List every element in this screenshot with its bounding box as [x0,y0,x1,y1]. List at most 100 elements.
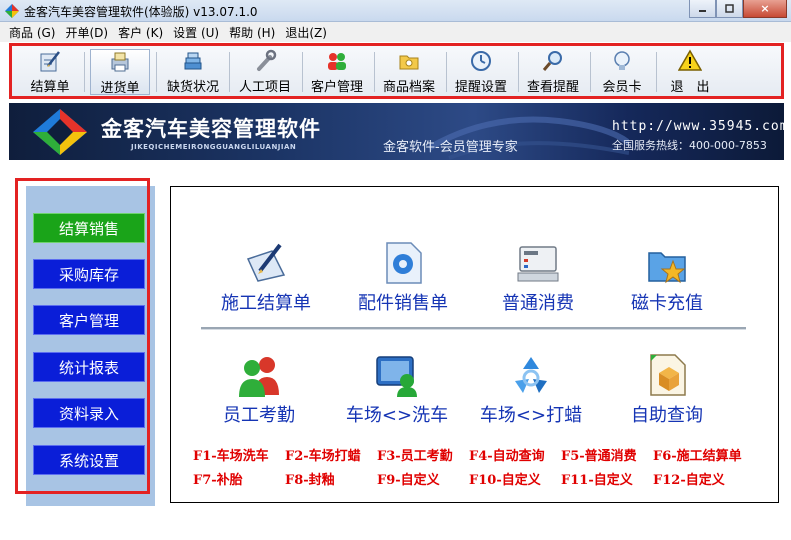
title-bar: 金客汽车美容管理软件(体验版) v13.07.1.0 × [0,0,791,22]
card-recharge-tile[interactable]: 磁卡充值 [607,237,727,315]
reminder-setup-label: 提醒设置 [454,80,507,95]
self-service-query-label: 自助查询 [631,405,703,426]
parts-sales-label: 配件销售单 [358,293,448,314]
yard-car-wash-tile[interactable]: 车场<>洗车 [337,349,457,427]
function-panel: 施工结算单 配件销售单 普通消费 磁卡充值 员工考勤 车场<>洗车 车场<>打蜡… [170,186,779,503]
service-hotline: 全国服务热线：400-000-7853 [612,139,767,152]
brand-logo-icon [33,109,87,155]
pen-document-icon [37,49,63,73]
hotkey-f2: F2-车场打蜡 [285,449,361,464]
reminder-setup-button[interactable]: 提醒设置 [450,49,512,95]
hotkey-f4: F4-自动查询 [469,449,545,464]
hotkey-f11: F11-自定义 [561,473,633,488]
toolbar-separator [229,52,230,92]
regular-consumption-label: 普通消费 [502,293,574,314]
exit-button[interactable]: 退 出 [662,49,718,95]
people-icon [324,49,350,73]
view-reminders-label: 查看提醒 [526,80,579,95]
products-button[interactable]: 商品档案 [378,49,440,95]
employee-attendance-tile[interactable]: 员工考勤 [199,349,319,427]
construction-settlement-tile[interactable]: 施工结算单 [206,237,326,315]
customers-button[interactable]: 客户管理 [306,49,368,95]
purchase-label: 进货单 [100,81,140,96]
hotkey-f8: F8-封釉 [285,473,335,488]
menu-customers[interactable]: 客户 (K) [113,24,168,41]
hotkey-row-1: F1-车场洗车 F2-车场打蜡 F3-员工考勤 F4-自动查询 F5-普通消费 … [193,445,745,464]
magnifier-icon [540,49,566,73]
printer-box-icon [107,50,133,74]
exit-label: 退 出 [670,80,710,95]
member-card-label: 会员卡 [602,80,642,95]
yard-car-wash-label: 车场<>洗车 [345,405,449,426]
member-card-button[interactable]: 会员卡 [594,49,650,95]
folder-star-icon [641,237,693,289]
hotkey-f10: F10-自定义 [469,473,541,488]
warning-icon [677,49,703,73]
toolbar-separator [518,52,519,92]
parts-sales-tile[interactable]: 配件销售单 [343,237,463,315]
cash-register-icon [512,237,564,289]
stack-icon [180,49,206,73]
menu-bar: 商品 (G) 开单(D) 客户 (K) 设置 (U) 帮助 (H) 退出(Z) [0,22,791,42]
labor-label: 人工项目 [238,80,291,95]
regular-consumption-tile[interactable]: 普通消费 [478,237,598,315]
hotkey-f9: F9-自定义 [377,473,440,488]
menu-billing[interactable]: 开单(D) [60,24,113,41]
toolbar-separator [656,52,657,92]
settlement-button[interactable]: 结算单 [22,49,78,95]
toolbar-separator [590,52,591,92]
folder-gear-icon [396,49,422,73]
menu-help[interactable]: 帮助 (H) [224,24,280,41]
brand-banner: 金客汽车美容管理软件 JIKEQICHEMEIRONGGUANGLILUANJI… [9,103,784,160]
customers-label: 客户管理 [310,80,363,95]
wrench-icon [252,49,278,73]
shortage-label: 缺货状况 [166,80,219,95]
labor-button[interactable]: 人工项目 [234,49,296,95]
yard-waxing-tile[interactable]: 车场<>打蜡 [471,349,591,427]
recycle-icon [505,349,557,401]
employee-attendance-label: 员工考勤 [223,405,295,426]
document-cube-icon [641,349,693,401]
card-icon [609,49,635,73]
toolbar-separator [84,52,85,92]
minimize-button[interactable] [689,0,716,18]
sidebar-highlight-frame [15,178,150,494]
purchase-button[interactable]: 进货单 [90,49,150,96]
hotkey-f3: F3-员工考勤 [377,449,453,464]
self-service-query-tile[interactable]: 自助查询 [607,349,727,427]
toolbar-separator [302,52,303,92]
clock-icon [468,49,494,73]
people-icon [233,349,285,401]
toolbar-separator [374,52,375,92]
shortage-button[interactable]: 缺货状况 [162,49,224,95]
brand-pinyin: JIKEQICHEMEIRONGGUANGLILUANJIAN [131,143,297,151]
hotkey-f7: F7-补胎 [193,473,243,488]
toolbar: 结算单 进货单 缺货状况 人工项目 客户管理 商品档案 提醒设置 查看提醒 会员… [9,43,784,99]
hotkey-row-2: F7-补胎 F8-封釉 F9-自定义 F10-自定义 F11-自定义 F12-自… [193,469,745,488]
hotkey-f6: F6-施工结算单 [653,449,742,464]
minimize-icon [699,10,706,12]
hotkey-f1: F1-车场洗车 [193,449,269,464]
user-monitor-icon [371,349,423,401]
toolbar-separator [446,52,447,92]
app-logo-icon [5,4,19,18]
close-button[interactable]: × [743,0,787,18]
yard-waxing-label: 车场<>打蜡 [479,405,583,426]
website-url: http://www.35945.com [612,119,784,134]
construction-settlement-label: 施工结算单 [221,293,311,314]
maximize-button[interactable] [716,0,743,18]
maximize-icon [725,4,734,13]
brand-slogan: 金客软件-会员管理专家 [383,140,518,155]
card-recharge-label: 磁卡充值 [631,293,703,314]
view-reminders-button[interactable]: 查看提醒 [522,49,584,95]
section-divider [201,327,746,330]
menu-exit[interactable]: 退出(Z) [280,24,332,41]
pen-notepad-icon [240,237,292,289]
products-label: 商品档案 [382,80,435,95]
gear-document-icon [377,237,429,289]
menu-products[interactable]: 商品 (G) [4,24,60,41]
brand-name: 金客汽车美容管理软件 [101,117,321,141]
close-icon: × [760,2,770,15]
menu-settings[interactable]: 设置 (U) [168,24,224,41]
hotkey-f5: F5-普通消费 [561,449,637,464]
